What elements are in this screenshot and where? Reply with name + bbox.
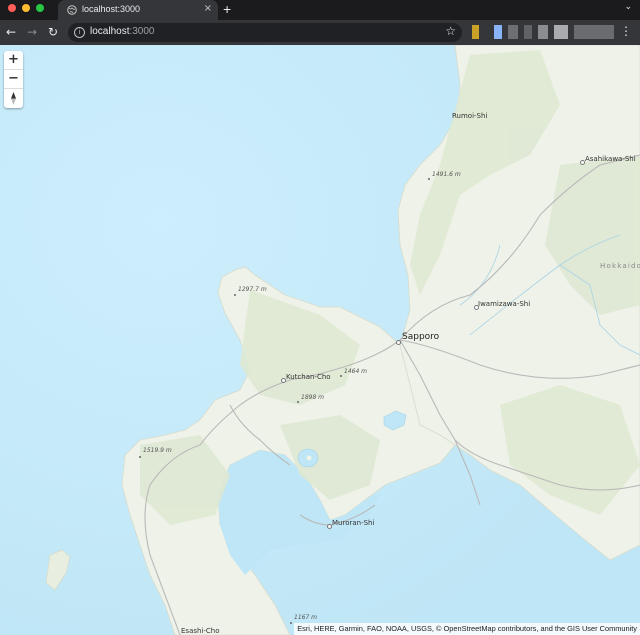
back-arrow-icon[interactable]: ← xyxy=(6,25,16,39)
peak-marker xyxy=(290,622,292,624)
extension-icon[interactable] xyxy=(554,25,568,39)
forward-arrow-icon[interactable]: → xyxy=(27,25,37,39)
extension-icon[interactable] xyxy=(538,25,548,39)
peak-marker xyxy=(340,375,342,377)
tab-strip: localhost:3000 × + ⌄ xyxy=(0,0,640,20)
peak-marker xyxy=(234,294,236,296)
region-label-hokkaido: Hokkaido xyxy=(600,262,640,270)
reload-icon[interactable]: ↻ xyxy=(48,25,58,39)
browser-chrome: localhost:3000 × + ⌄ ← → ↻ i localhost:3… xyxy=(0,0,640,45)
city-label-asahikawa: Asahikawa-Shi xyxy=(585,155,636,163)
maximize-window-button[interactable] xyxy=(36,4,44,12)
site-info-icon[interactable]: i xyxy=(74,27,85,38)
peak-label: 1898 m xyxy=(301,394,325,401)
browser-toolbar: ← → ↻ i localhost:3000 ☆ ⋮ xyxy=(0,20,640,45)
bookmark-star-icon[interactable]: ☆ xyxy=(445,24,456,38)
url-host: localhost xyxy=(90,26,130,37)
zoom-controls: + − xyxy=(4,51,23,108)
close-window-button[interactable] xyxy=(8,4,16,12)
peak-label: 1297.7 m xyxy=(238,286,267,293)
extension-icon[interactable] xyxy=(494,25,502,39)
close-tab-icon[interactable]: × xyxy=(204,3,212,15)
city-marker[interactable] xyxy=(396,340,401,345)
tab-title: localhost:3000 xyxy=(82,4,141,14)
basemap xyxy=(0,45,640,635)
map-view[interactable]: Rumoi-Shi Asahikawa-Shi Hokkaido Iwamiza… xyxy=(0,45,640,635)
peak-marker xyxy=(297,401,299,403)
extension-icon[interactable] xyxy=(524,25,532,39)
url-text[interactable]: localhost:3000 xyxy=(90,26,155,37)
new-tab-button[interactable]: + xyxy=(223,1,231,17)
reset-orientation-button[interactable] xyxy=(4,89,23,108)
profile-avatar[interactable] xyxy=(574,25,614,39)
city-label-esashi: Esashi-Cho xyxy=(181,627,220,635)
city-label-muroran: Muroran-Shi xyxy=(332,519,375,527)
extension-icon[interactable] xyxy=(508,25,518,39)
peak-label: 1464 m xyxy=(344,368,368,375)
peak-label: 1491.6 m xyxy=(432,171,461,178)
minimize-window-button[interactable] xyxy=(22,4,30,12)
zoom-in-button[interactable]: + xyxy=(4,51,23,70)
address-bar[interactable]: i localhost:3000 ☆ xyxy=(68,23,462,42)
peak-marker xyxy=(428,178,430,180)
url-port: :3000 xyxy=(129,26,155,37)
browser-menu-icon[interactable]: ⋮ xyxy=(620,24,632,38)
city-label-sapporo: Sapporo xyxy=(402,332,440,342)
tab-search-chevron-icon[interactable]: ⌄ xyxy=(624,2,632,12)
city-label-iwamizawa: Iwamizawa-Shi xyxy=(478,300,531,308)
peak-label: 1519.9 m xyxy=(143,447,172,454)
zoom-out-button[interactable]: − xyxy=(4,70,23,89)
globe-icon xyxy=(67,5,77,15)
extension-icon[interactable] xyxy=(472,25,479,39)
browser-tab[interactable]: localhost:3000 × xyxy=(58,0,218,20)
city-label-kutchan: Kutchan-Cho xyxy=(286,373,331,381)
peak-marker xyxy=(139,456,141,458)
map-attribution[interactable]: Esri, HERE, Garmin, FAO, NOAA, USGS, © O… xyxy=(294,623,640,635)
city-label-rumoi: Rumoi-Shi xyxy=(452,112,488,120)
compass-icon xyxy=(11,92,16,105)
peak-label: 1167 m xyxy=(294,614,318,621)
